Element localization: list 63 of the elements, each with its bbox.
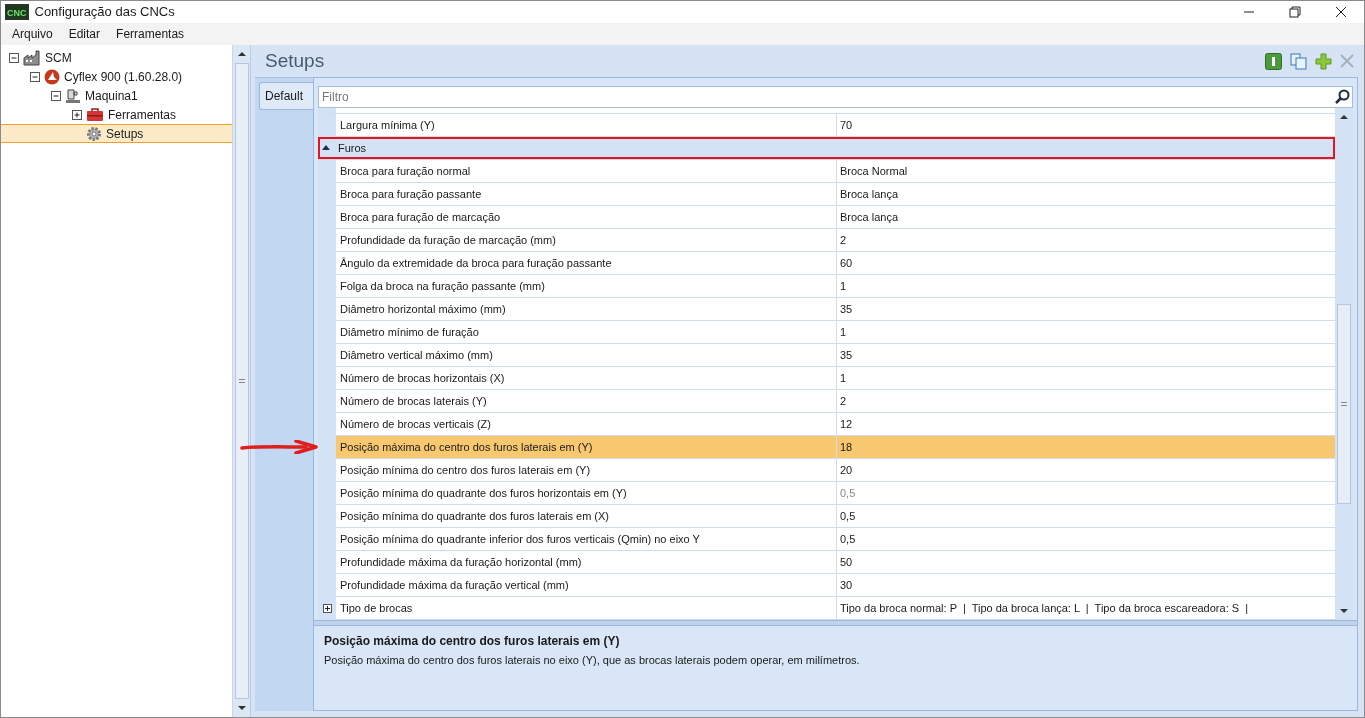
description-text: Posição máxima do centro dos furos laterais no eixo (Y), que as brocas laterais podem operar, em milímetros. [324, 653, 861, 668]
collapse-icon[interactable] [51, 90, 61, 101]
property-name[interactable]: Broca para furação de marcação [336, 206, 837, 229]
tree-item[interactable]: Ferramentas [108, 105, 177, 124]
collapse-icon[interactable] [322, 144, 330, 152]
property-name[interactable]: Folga da broca na furação passante (mm) [336, 275, 837, 298]
scroll-down-icon[interactable] [1339, 606, 1349, 616]
add-icon[interactable] [1315, 52, 1332, 70]
property-name[interactable]: Broca para furação passante [336, 183, 837, 206]
logo-icon [44, 68, 60, 85]
tab[interactable]: Default [259, 82, 313, 110]
scroll-up-icon[interactable] [1339, 112, 1349, 122]
description-title: Posição máxima do centro dos furos laterais em (Y) [324, 633, 621, 650]
scroll-thumb[interactable] [234, 63, 249, 699]
property-name[interactable]: Posição mínima do centro dos furos laterais em (Y) [336, 459, 837, 482]
info-icon[interactable] [1265, 52, 1282, 70]
menu-item[interactable]: Ferramentas [109, 23, 192, 45]
property-name[interactable]: Posição mínima do quadrante dos furos laterais em (X) [336, 505, 837, 528]
copy-icon[interactable] [1290, 52, 1307, 70]
scroll-down-icon[interactable] [236, 703, 247, 713]
tree-item-highlight[interactable]: Setups [1, 124, 232, 143]
tree-item[interactable]: Cyflex 900 (1.60.28.0) [64, 67, 183, 86]
property-name[interactable]: Profundidade da furação de marcação (mm) [336, 229, 837, 252]
menu-item[interactable]: Editar [61, 23, 108, 45]
property-name[interactable]: Broca para furação normal [336, 160, 837, 183]
group-header[interactable]: Furos [338, 139, 367, 157]
expand-icon[interactable] [72, 109, 82, 120]
property-name[interactable]: Posição máxima do centro dos furos laterais em (Y) [336, 436, 837, 459]
property-name[interactable]: Posição mínima do quadrante inferior dos furos verticais (Qmin) no eixo Y [336, 528, 837, 551]
scroll-thumb[interactable] [1337, 304, 1351, 504]
collapse-icon[interactable] [9, 52, 19, 63]
filter-field[interactable]: Filtro [318, 86, 1353, 108]
window-title: Configuração das CNCs [34, 3, 175, 22]
tree-item[interactable]: SCM [45, 48, 72, 67]
property-name[interactable]: Diâmetro mínimo de furação [336, 321, 837, 344]
property-name[interactable]: Profundidade máxima da furação vertical (mm) [336, 574, 837, 597]
scroll-up-icon[interactable] [236, 49, 247, 59]
scrollbar[interactable] [1335, 108, 1353, 620]
property-name[interactable]: Tipo de brocas [336, 597, 837, 620]
property-name[interactable]: Diâmetro vertical máximo (mm) [336, 344, 837, 367]
search-icon[interactable] [1334, 89, 1350, 105]
tree-item[interactable]: Maquina1 [85, 86, 138, 105]
property-name[interactable]: Profundidade máxima da furação horizontal (mm) [336, 551, 837, 574]
tree-item[interactable]: Setups [106, 124, 144, 143]
property-name[interactable]: Diâmetro horizontal máximo (mm) [336, 298, 837, 321]
property-name[interactable]: Posição mínima do quadrante dos furos horizontais em (Y) [336, 482, 837, 505]
collapse-icon[interactable] [30, 71, 40, 82]
app-logo: CNC [5, 4, 29, 20]
property-name[interactable]: Ângulo da extremidade da broca para furação passante [336, 252, 837, 275]
property-name[interactable]: Número de brocas verticais (Z) [336, 413, 837, 436]
gear-icon [86, 125, 102, 142]
scrollbar[interactable] [232, 45, 250, 717]
menu-item[interactable]: Arquivo [5, 23, 60, 45]
row-header[interactable] [318, 597, 336, 620]
property-name[interactable]: Largura mínima (Y) [336, 114, 837, 137]
panel-title: Setups [265, 48, 325, 73]
expand-icon[interactable] [322, 604, 332, 613]
factory-icon [23, 49, 41, 66]
toolbox-icon [86, 106, 104, 123]
property-name[interactable]: Número de brocas laterais (Y) [336, 390, 837, 413]
delete-icon [1340, 54, 1354, 68]
property-name[interactable]: Número de brocas horizontais (X) [336, 367, 837, 390]
machine-icon [65, 87, 81, 104]
